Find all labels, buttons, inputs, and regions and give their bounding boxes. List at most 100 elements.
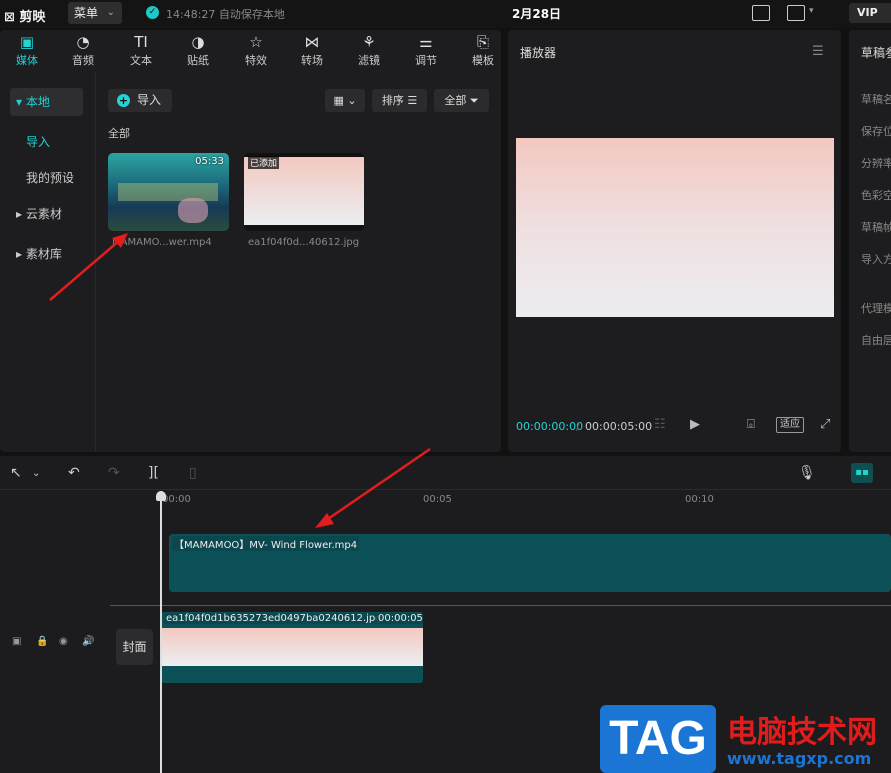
- chevron-down-icon: ⌄: [106, 7, 115, 18]
- video-frame-detail: [118, 183, 218, 201]
- watermark-site-name: 电脑技术网: [727, 715, 877, 750]
- sidebar-item-import[interactable]: 导入: [26, 133, 50, 150]
- tab-template[interactable]: ⎘ 模板: [461, 32, 505, 68]
- tab-adjust[interactable]: ⚌ 调节: [404, 32, 448, 68]
- sidebar-item-presets[interactable]: 我的预设: [26, 169, 74, 186]
- clip-label: ea1f04f0d1b635273ed0497ba0240612.jpg: [164, 613, 384, 624]
- player-title: 播放器: [520, 46, 557, 60]
- sidebar-item-label: 云素材: [25, 207, 62, 221]
- current-timecode: 00:00:00:00: [516, 420, 584, 433]
- tick-label: 00:05: [423, 494, 452, 505]
- split-icon[interactable]: ][: [148, 465, 159, 481]
- media-icon: ▣: [19, 33, 35, 51]
- filter-button[interactable]: 全部 ⏷: [434, 89, 489, 112]
- playhead-handle[interactable]: [156, 491, 166, 501]
- magnet-icon[interactable]: ▪▪: [851, 463, 873, 483]
- sort-button[interactable]: 排序 ☰: [372, 89, 427, 112]
- playhead[interactable]: [160, 491, 162, 773]
- autosave-status: 14:48:27 自动保存本地: [166, 8, 285, 21]
- adjust-icon: ⚌: [419, 33, 433, 51]
- fit-button[interactable]: 适应: [776, 417, 804, 433]
- tick-label: 00:10: [685, 494, 714, 505]
- image-clip[interactable]: ea1f04f0d1b635273ed0497ba0240612.jpg 00:…: [161, 612, 423, 683]
- fullscreen-preview-icon[interactable]: ⌻: [747, 417, 755, 432]
- tab-label: 音频: [72, 54, 94, 67]
- sort-icon: ☰: [407, 94, 418, 107]
- import-button[interactable]: + 导入: [108, 89, 172, 112]
- filter-icon: ⚘: [362, 33, 376, 51]
- redo-icon[interactable]: ↷: [108, 465, 120, 481]
- app-name: 剪映: [19, 10, 46, 25]
- tick-label: 00:00: [162, 494, 191, 505]
- draft-title: 草稿参: [861, 46, 891, 60]
- chevron-down-icon[interactable]: ⌄: [32, 468, 40, 479]
- menu-button[interactable]: 菜单 ⌄: [68, 2, 122, 24]
- tab-media[interactable]: ▣ 媒体: [5, 32, 49, 68]
- tab-audio[interactable]: ◔ 音频: [61, 32, 105, 68]
- sidebar-item-library[interactable]: ▸ 素材库: [10, 240, 83, 268]
- delete-icon[interactable]: ▯: [189, 465, 197, 481]
- undo-icon[interactable]: ↶: [68, 465, 80, 481]
- media-filename: ea1f04f0d...40612.jpg: [248, 237, 360, 248]
- media-filename: MAMAMO...wer.mp4: [112, 237, 212, 248]
- media-item-video[interactable]: 05:33: [108, 153, 229, 231]
- total-timecode: 00:00:05:00: [585, 420, 653, 433]
- sort-label: 排序: [381, 94, 404, 107]
- layout-icon[interactable]: [787, 5, 805, 21]
- clip-duration: 00:00:05:0: [376, 613, 423, 624]
- main-track-header: ▣ 🔒 ◉ 🔊: [0, 630, 100, 658]
- cover-button[interactable]: 封面: [116, 629, 153, 665]
- tab-label: 调节: [415, 54, 437, 67]
- play-icon[interactable]: ▶: [690, 417, 700, 432]
- menu-icon[interactable]: ☰: [812, 44, 824, 59]
- waveform-icon[interactable]: ☷: [654, 417, 666, 432]
- clip-thumbnail: [161, 628, 423, 666]
- tab-text[interactable]: TI 文本: [119, 32, 163, 68]
- plus-icon: +: [117, 94, 130, 107]
- media-sidebar: ▾ 本地 导入 我的预设 ▸ 云素材 ▸ 素材库: [0, 72, 96, 452]
- cursor-icon[interactable]: ↖: [10, 465, 22, 481]
- draft-row: 自由层: [861, 334, 891, 347]
- chevron-down-icon[interactable]: ▾: [809, 6, 814, 16]
- expand-icon[interactable]: ⤢: [820, 417, 830, 432]
- tab-label: 转场: [301, 54, 323, 67]
- sidebar-item-label: 素材库: [25, 247, 62, 261]
- check-icon: ✓: [146, 6, 159, 19]
- tab-sticker[interactable]: ◑ 贴纸: [176, 32, 220, 68]
- volume-icon[interactable]: 🔊: [82, 636, 94, 647]
- eye-icon[interactable]: ◉: [59, 636, 68, 647]
- menu-label: 菜单: [74, 6, 99, 20]
- keyboard-icon[interactable]: [752, 5, 770, 21]
- template-icon: ⎘: [476, 33, 489, 51]
- media-item-image[interactable]: 已添加: [244, 153, 364, 231]
- tab-effects[interactable]: ☆ 特效: [234, 32, 278, 68]
- lock-icon[interactable]: 🔒: [36, 636, 48, 647]
- microphone-icon[interactable]: 🎙: [798, 465, 816, 481]
- project-title[interactable]: 2月28日: [512, 5, 561, 22]
- preview-canvas[interactable]: [516, 138, 834, 317]
- app-logo: ⊠ 剪映: [4, 10, 46, 25]
- sidebar-item-label: 本地: [25, 95, 50, 109]
- vip-button[interactable]: VIP: [849, 3, 891, 23]
- media-tabs: ▣ 媒体 ◔ 音频 TI 文本 ◑ 贴纸 ☆ 特效 ⋈ 转场 ⚘ 滤镜 ⚌ 调节 ⎘ 模板: [0, 30, 501, 72]
- clip-label: 【MAMAMOO】MV- Wind Flower.mp4: [172, 536, 360, 551]
- timecode-separator: /: [576, 420, 580, 433]
- video-frame-figure: [178, 198, 208, 223]
- draft-row: 色彩空: [861, 189, 891, 202]
- tab-label: 媒体: [16, 54, 38, 67]
- tab-transition[interactable]: ⋈ 转场: [290, 32, 334, 68]
- sidebar-item-local[interactable]: ▾ 本地: [10, 88, 83, 116]
- watermark-url: www.tagxp.com: [727, 749, 872, 768]
- text-icon: TI: [134, 33, 148, 51]
- section-label: 全部: [108, 127, 130, 140]
- timeline-ruler[interactable]: 00:00 00:05 00:10: [110, 490, 891, 512]
- draft-row: 草稿名: [861, 93, 891, 106]
- view-mode-button[interactable]: ▦ ⌄: [325, 89, 365, 112]
- tab-filter[interactable]: ⚘ 滤镜: [347, 32, 391, 68]
- import-label: 导入: [137, 93, 162, 107]
- video-clip[interactable]: 【MAMAMOO】MV- Wind Flower.mp4: [169, 534, 891, 592]
- track-divider: [110, 605, 891, 606]
- sidebar-item-cloud[interactable]: ▸ 云素材: [10, 200, 83, 228]
- tab-label: 文本: [130, 54, 152, 67]
- tab-label: 特效: [245, 54, 267, 67]
